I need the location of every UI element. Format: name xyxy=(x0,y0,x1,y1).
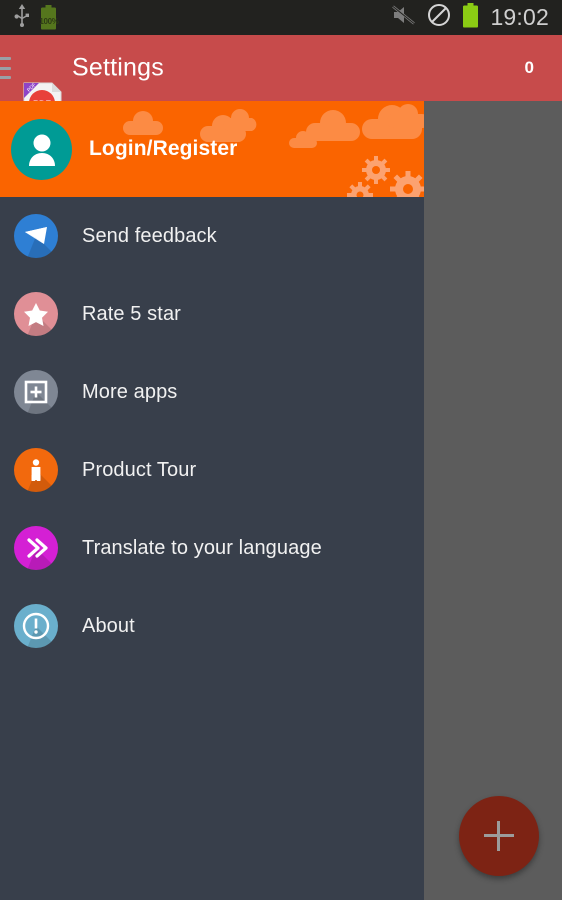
add-box-icon xyxy=(14,370,58,414)
status-bar: 100% 19:02 xyxy=(0,0,562,35)
status-bar-right-icons: 19:02 xyxy=(391,2,562,33)
star-icon xyxy=(14,292,58,336)
login-register-label: Login/Register xyxy=(89,137,238,160)
drawer-menu-list: Send feedback Rate 5 star More apps Prod… xyxy=(0,197,424,665)
status-badge[interactable]: 0 xyxy=(525,58,534,78)
mute-icon xyxy=(391,4,416,31)
drawer-item-about[interactable]: About xyxy=(0,587,424,665)
drawer-item-send-feedback[interactable]: Send feedback xyxy=(0,197,424,275)
envelope-icon xyxy=(14,214,58,258)
battery-icon xyxy=(462,2,479,33)
drawer-item-label: Translate to your language xyxy=(82,536,322,559)
usb-icon xyxy=(14,3,30,32)
drawer-item-label: More apps xyxy=(82,380,178,403)
plus-icon xyxy=(484,821,514,851)
hamburger-line xyxy=(0,76,11,79)
drawer-item-label: Rate 5 star xyxy=(82,302,181,325)
hamburger-menu-icon[interactable] xyxy=(0,57,11,79)
person-standing-icon xyxy=(14,448,58,492)
status-bar-left-icons: 100% xyxy=(0,3,59,32)
battery-percent-label: 100% xyxy=(39,17,59,26)
app-bar: PDF PDF Settings 0 xyxy=(0,35,562,125)
add-floating-action-button[interactable] xyxy=(459,796,539,876)
drawer-item-label: Product Tour xyxy=(82,458,197,481)
drawer-item-product-tour[interactable]: Product Tour xyxy=(0,431,424,509)
navigation-drawer: Login/Register Send feedback Rate 5 star… xyxy=(0,101,424,900)
drawer-item-rate-5-star[interactable]: Rate 5 star xyxy=(0,275,424,353)
hamburger-line xyxy=(0,66,11,70)
drawer-item-translate[interactable]: Translate to your language xyxy=(0,509,424,587)
person-avatar-icon xyxy=(11,119,72,180)
info-exclamation-icon xyxy=(14,604,58,648)
drawer-item-label: Send feedback xyxy=(82,224,217,247)
drawer-header[interactable]: Login/Register xyxy=(0,101,424,197)
status-bar-clock: 19:02 xyxy=(490,4,549,30)
drawer-item-label: About xyxy=(82,614,135,637)
do-not-disturb-icon xyxy=(427,3,451,32)
double-chevron-icon xyxy=(14,526,58,570)
app-screen: 100% 19:02 PDF Settings 0 Login/Register… xyxy=(0,0,562,900)
hamburger-line xyxy=(0,57,11,60)
page-title: Settings xyxy=(72,53,164,82)
battery-charging-icon: 100% xyxy=(39,5,59,30)
drawer-item-more-apps[interactable]: More apps xyxy=(0,353,424,431)
